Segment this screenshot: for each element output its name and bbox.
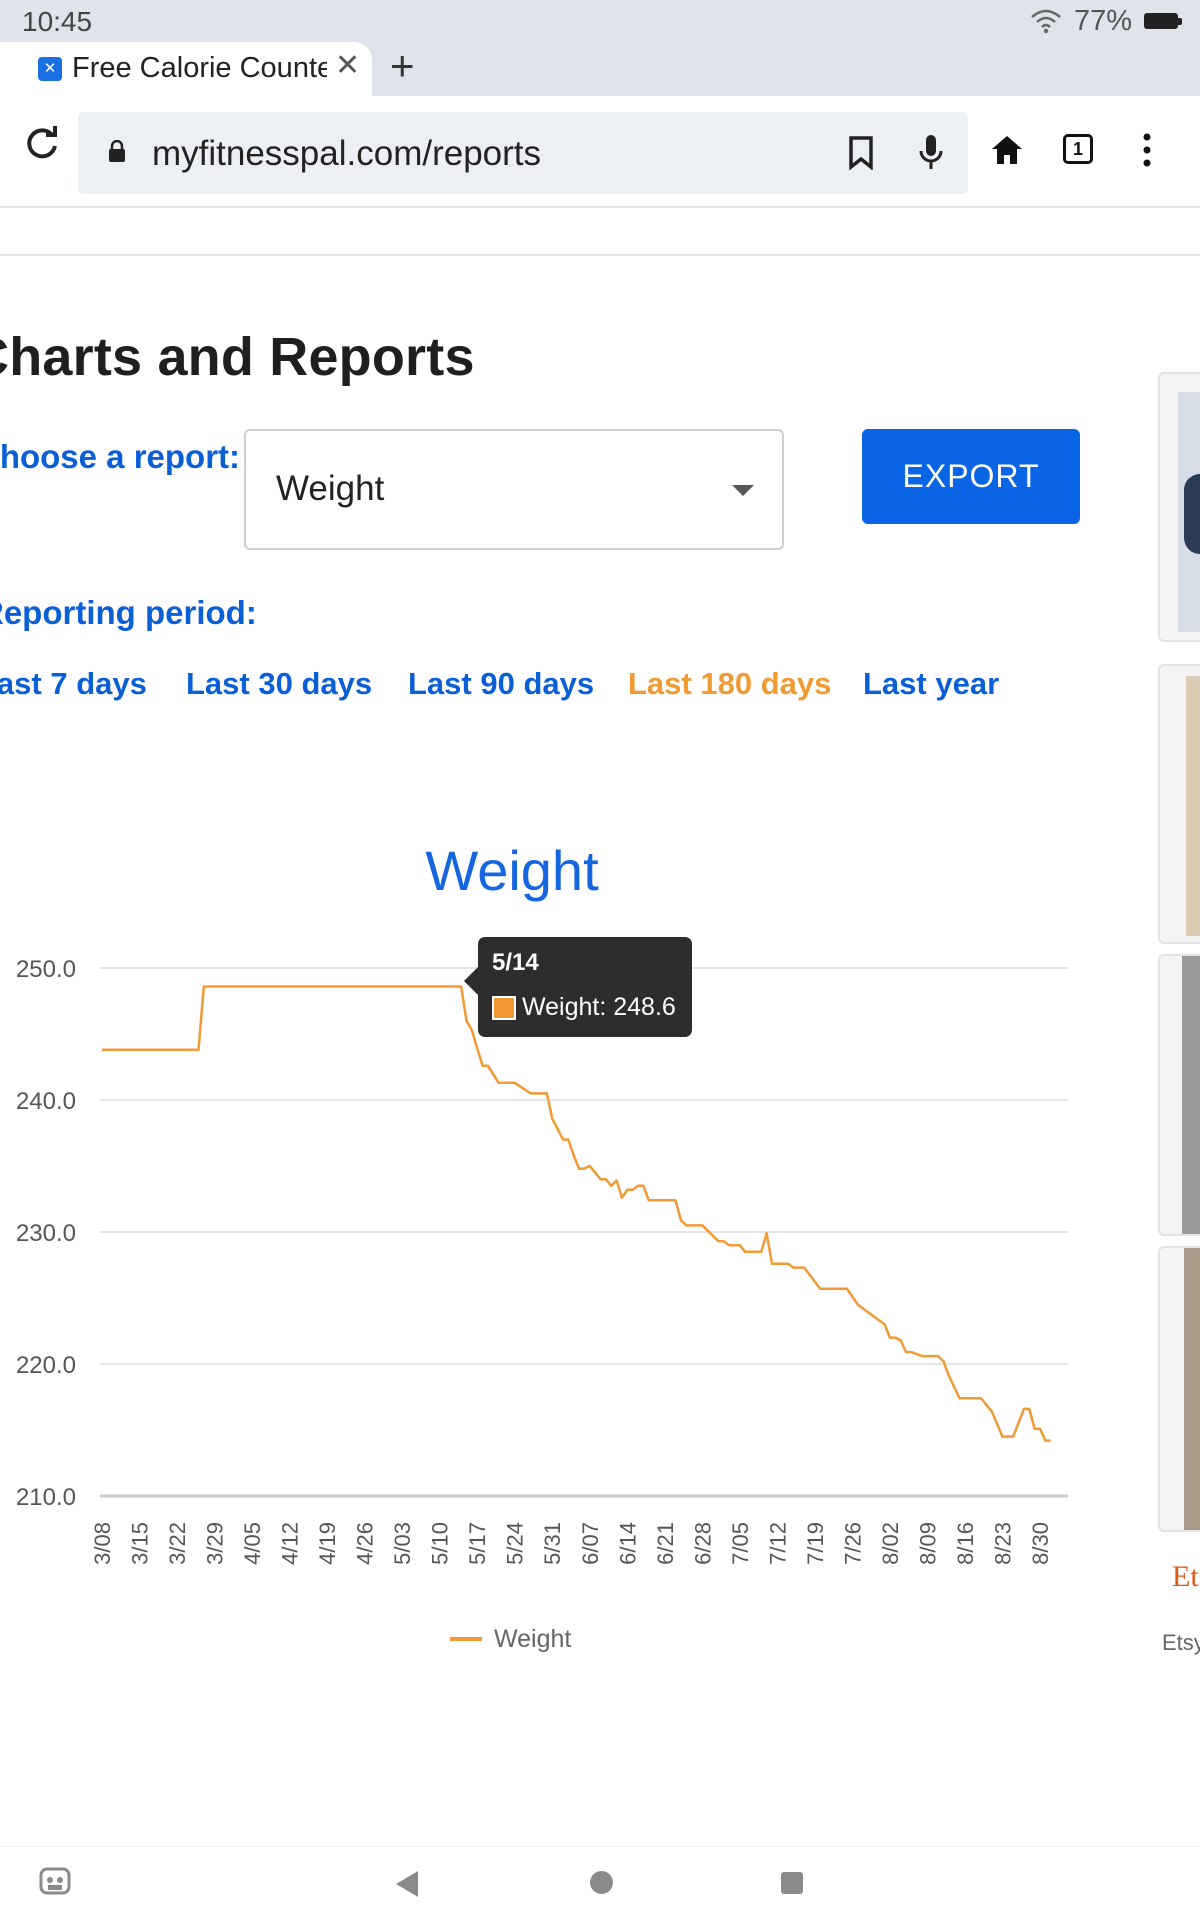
status-time: 10:45: [22, 6, 93, 37]
tooltip-series-swatch: [492, 996, 516, 1020]
page-title: Charts and Reports: [0, 327, 475, 387]
x-tick-label: 6/07: [578, 1522, 603, 1565]
x-tick-label: 5/03: [390, 1522, 415, 1565]
tooltip-date: 5/14: [492, 949, 539, 976]
status-icons: 77%: [1030, 4, 1182, 38]
x-tick-label: 6/21: [653, 1522, 678, 1565]
x-tick-label: 3/08: [90, 1522, 115, 1565]
x-tick-label: 7/12: [765, 1522, 790, 1565]
x-tick-label: 5/17: [465, 1522, 490, 1565]
choose-report-label: Choose a report:: [0, 438, 241, 475]
x-tick-label: 5/31: [540, 1522, 565, 1565]
battery-icon: [1144, 13, 1182, 29]
tab-switcher-icon[interactable]: 1: [1063, 134, 1093, 164]
x-tick-label: 3/15: [128, 1522, 153, 1565]
x-tick-label: 8/02: [878, 1522, 903, 1565]
browser-tab[interactable]: ✕ Free Calorie Counter ✕: [0, 42, 372, 96]
screen: 10:45 77% ✕ Free Calorie Counter ✕ + myf…: [0, 0, 1200, 1920]
microphone-icon[interactable]: [918, 134, 944, 172]
y-tick-label: 240.0: [16, 1088, 76, 1115]
ad-image[interactable]: [1158, 1246, 1200, 1532]
period-link-last-year[interactable]: Last year: [863, 666, 999, 702]
home-icon[interactable]: [990, 134, 1024, 166]
reload-icon[interactable]: [24, 126, 60, 162]
x-tick-label: 7/26: [840, 1522, 865, 1565]
y-tick-label: 210.0: [16, 1484, 76, 1511]
legend-label: Weight: [494, 1625, 571, 1653]
status-bar: 10:45 77%: [0, 0, 1200, 42]
ad-image[interactable]: [1158, 664, 1200, 944]
ad-brand[interactable]: Etsy: [1172, 1560, 1200, 1594]
tab-strip: ✕ Free Calorie Counter ✕ +: [0, 42, 1200, 96]
x-tick-label: 3/22: [165, 1522, 190, 1565]
period-link-last-90-days[interactable]: Last 90 days: [408, 666, 594, 702]
ad-image[interactable]: [1158, 954, 1200, 1236]
x-tick-label: 4/19: [315, 1522, 340, 1565]
y-tick-label: 250.0: [16, 956, 76, 983]
export-button[interactable]: EXPORT: [862, 429, 1080, 524]
accessibility-icon[interactable]: [38, 1863, 72, 1897]
x-tick-label: 7/05: [728, 1522, 753, 1565]
address-bar[interactable]: myfitnesspal.com/reports: [78, 112, 968, 194]
new-tab-icon[interactable]: +: [390, 42, 415, 90]
x-tick-label: 7/19: [803, 1522, 828, 1565]
lock-icon: [109, 140, 125, 162]
chart-tooltip: 5/14 Weight: 248.6: [464, 937, 692, 1037]
site-header-divider: [0, 254, 1200, 256]
browser-toolbar: myfitnesspal.com/reports 1: [0, 96, 1200, 208]
back-icon[interactable]: [396, 1871, 418, 1897]
chevron-down-icon: [732, 485, 754, 496]
x-tick-label: 8/23: [990, 1522, 1015, 1565]
myfitnesspal-favicon-icon: ✕: [38, 57, 62, 81]
chart-title: Weight: [425, 840, 599, 902]
system-nav-bar: [0, 1846, 1200, 1920]
tooltip-value: Weight: 248.6: [522, 993, 676, 1021]
x-tick-label: 5/10: [428, 1522, 453, 1565]
period-link-last-7-days[interactable]: Last 7 days: [0, 666, 147, 702]
tab-title: Free Calorie Counter: [72, 52, 327, 84]
home-button-icon[interactable]: [590, 1871, 613, 1894]
period-link-last-30-days[interactable]: Last 30 days: [186, 666, 372, 702]
reporting-period-label: Reporting period:: [0, 594, 257, 631]
x-tick-label: 8/16: [953, 1522, 978, 1565]
x-tick-label: 6/14: [615, 1522, 640, 1565]
x-tick-label: 4/26: [353, 1522, 378, 1565]
x-tick-label: 4/05: [240, 1522, 265, 1565]
x-tick-label: 4/12: [278, 1522, 303, 1565]
x-tick-label: 3/29: [203, 1522, 228, 1565]
series-line-weight: [102, 985, 1051, 1442]
x-tick-label: 8/09: [915, 1522, 940, 1565]
report-select[interactable]: Weight: [244, 429, 784, 550]
battery-percent: 77%: [1073, 4, 1132, 37]
wifi-icon: [1031, 9, 1061, 34]
close-tab-icon[interactable]: ✕: [335, 48, 360, 83]
report-select-value: Weight: [276, 469, 385, 508]
more-menu-icon[interactable]: [1143, 132, 1151, 168]
bookmark-icon[interactable]: [848, 136, 874, 170]
url-text: myfitnesspal.com/reports: [152, 134, 542, 173]
ad-source: Etsy: [1162, 1630, 1200, 1655]
x-tick-label: 6/28: [690, 1522, 715, 1565]
y-tick-label: 220.0: [16, 1352, 76, 1379]
recents-icon[interactable]: [781, 1872, 803, 1894]
x-tick-label: 5/24: [503, 1522, 528, 1565]
x-tick-label: 8/30: [1028, 1522, 1053, 1565]
ad-image[interactable]: [1158, 372, 1200, 642]
ad-rail[interactable]: [1158, 372, 1200, 1532]
y-tick-label: 230.0: [16, 1220, 76, 1247]
period-link-last-180-days[interactable]: Last 180 days: [628, 666, 831, 702]
